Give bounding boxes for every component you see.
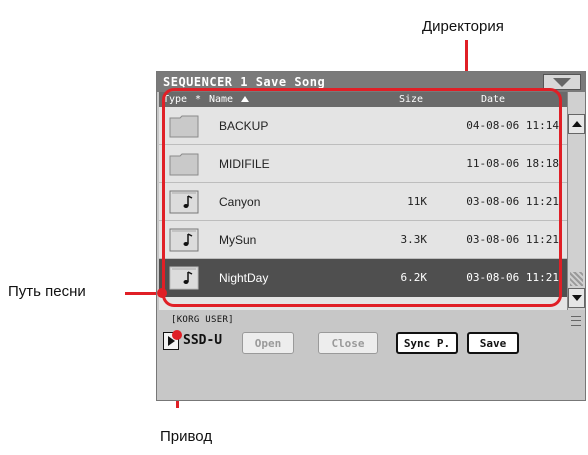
song-path-dot	[157, 288, 167, 298]
scroll-thumb[interactable]	[570, 272, 583, 286]
song-path: [KORG USER]	[171, 315, 234, 325]
file-list-scrollbar[interactable]	[567, 92, 585, 310]
annotation-directory: Директория	[422, 18, 504, 35]
lines-menu-icon	[571, 316, 581, 326]
annotation-song-path: Путь песни	[8, 283, 86, 300]
sync-p-button[interactable]: Sync P.	[396, 332, 458, 354]
drive-name: SSD-U	[183, 333, 223, 348]
close-button[interactable]: Close	[318, 332, 378, 354]
scroll-up-button[interactable]	[568, 114, 585, 134]
drive-dot	[172, 330, 182, 340]
menu-triangle-icon	[553, 77, 571, 87]
open-button[interactable]: Open	[242, 332, 294, 354]
save-button[interactable]: Save	[467, 332, 519, 354]
annotation-drive: Привод	[160, 428, 213, 445]
arrow-up-icon	[571, 121, 582, 127]
directory-highlight-frame	[162, 88, 562, 307]
arrow-down-icon	[571, 295, 582, 301]
scroll-down-button[interactable]	[568, 288, 585, 308]
